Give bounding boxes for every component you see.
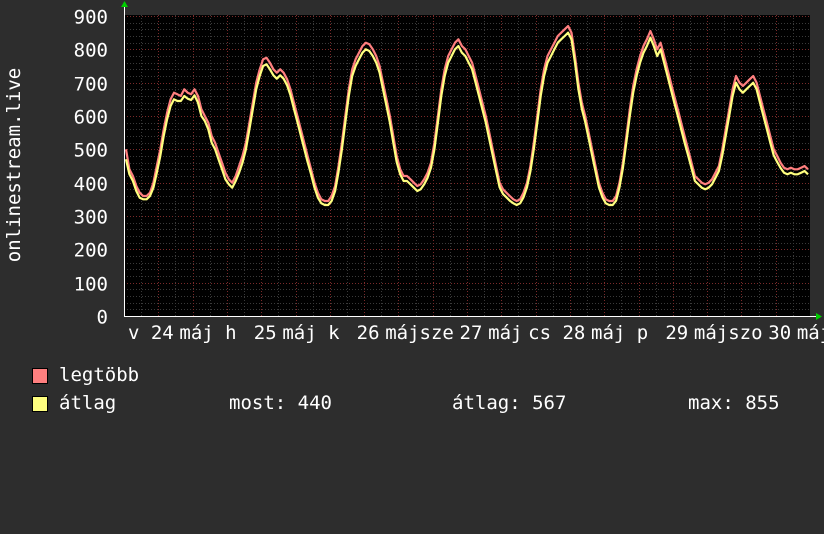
y-tick-label: 200 <box>74 240 108 262</box>
x-tick-label: k <box>328 322 340 344</box>
x-tick-label: 29 <box>665 322 688 344</box>
x-tick-label: cs <box>528 322 551 344</box>
y-tick-label: 900 <box>74 7 108 29</box>
y-tick-label: 600 <box>74 107 108 129</box>
x-tick-label: 25 <box>254 322 277 344</box>
x-tick-label: 30 <box>768 322 791 344</box>
y-tick-label: 500 <box>74 140 108 162</box>
legend-item-atlag: átlag most: 440 átlag: 567 max: 855 <box>32 393 812 413</box>
stat-max: max: 855 <box>688 392 780 414</box>
x-tick-label: h <box>225 322 236 344</box>
y-tick-label: 300 <box>74 207 108 229</box>
x-tick-label: 27 <box>460 322 483 344</box>
x-tick-label: máj <box>385 322 419 344</box>
x-tick-label: 24 <box>151 322 174 344</box>
x-tick-label: máj <box>179 322 213 344</box>
x-tick-label: szo <box>728 322 762 344</box>
x-tick-label: v <box>128 322 139 344</box>
x-tick-label: máj <box>694 322 728 344</box>
line-chart: 0100200300400500600700800900v 24 máj h 25 máj… <box>3 1 824 344</box>
y-tick-label: 0 <box>97 307 108 329</box>
legend-swatch-legtobb <box>32 368 48 384</box>
x-tick-label: máj <box>591 322 625 344</box>
x-tick-label: máj <box>797 322 824 344</box>
x-tick-label: 26 <box>357 322 380 344</box>
y-tick-label: 400 <box>74 174 108 196</box>
x-axis-arrow-icon <box>816 313 822 320</box>
stat-now: most: 440 <box>229 392 332 414</box>
x-tick-label: sze <box>420 322 454 344</box>
x-tick-label: 28 <box>562 322 585 344</box>
y-tick-label: 800 <box>74 40 108 62</box>
x-tick-label: máj <box>282 322 316 344</box>
x-tick-label: máj <box>488 322 522 344</box>
legend-label: átlag <box>59 392 117 414</box>
x-tick-label: p <box>637 322 648 344</box>
legend-swatch-atlag <box>32 396 48 412</box>
stat-average: átlag: 567 <box>452 392 567 414</box>
legend-label: legtöbb <box>59 364 140 386</box>
y-axis-title: onlinestream.live <box>3 68 25 262</box>
legend-item-legtobb: legtöbb <box>32 365 139 385</box>
y-axis-arrow-icon <box>121 1 128 7</box>
graph-panel: 0 100 200 300 400 500 600 700 800 900 v 24 máj h 25 máj… <box>0 0 824 430</box>
y-tick-label: 700 <box>74 74 108 96</box>
y-tick-label: 100 <box>74 274 108 296</box>
